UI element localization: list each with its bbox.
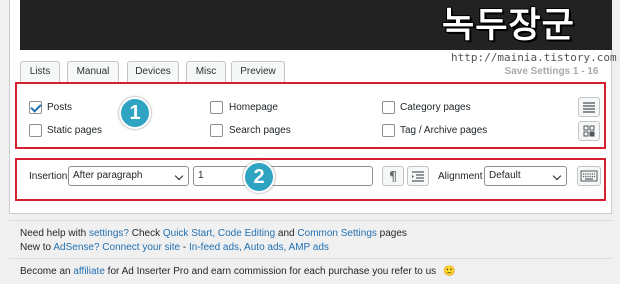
tag-archive-pages-label: Tag / Archive pages xyxy=(400,125,488,136)
help-text-4: pages xyxy=(376,228,407,239)
search-pages-label: Search pages xyxy=(229,125,291,136)
affiliate-text-1: Become an xyxy=(20,266,74,277)
watermark-logo: 녹두장군 xyxy=(442,6,575,46)
affiliate-line: Become an affiliate for Ad Inserter Pro … xyxy=(20,266,455,277)
settings-link[interactable]: settings? xyxy=(89,228,129,239)
keyboard-icon xyxy=(580,170,598,182)
step-badge-2: 2 xyxy=(243,161,275,193)
page-types-highlight xyxy=(15,82,606,149)
help-text-2: Check xyxy=(128,228,163,239)
homepage-checkbox[interactable] xyxy=(210,101,223,114)
common-settings-link[interactable]: Common Settings xyxy=(297,228,376,239)
tab-devices[interactable]: Devices xyxy=(127,61,179,82)
adsense-link[interactable]: AdSense? xyxy=(53,242,99,253)
affiliate-text-2: for Ad Inserter Pro and earn commission … xyxy=(104,266,437,277)
adsense-text-1: New to xyxy=(20,242,54,253)
save-settings-button[interactable]: Save Settings 1 - 16 xyxy=(495,63,608,81)
chevron-down-icon xyxy=(552,171,562,181)
category-pages-label: Category pages xyxy=(400,102,471,113)
list-view-button[interactable] xyxy=(578,97,600,117)
tab-lists[interactable]: Lists xyxy=(20,61,60,82)
insertion-label: Insertion xyxy=(29,171,68,182)
list-icon xyxy=(583,102,595,113)
adsense-text-3: - xyxy=(180,242,190,253)
alignment-select-value: Default xyxy=(489,170,521,181)
insertion-select-value: After paragraph xyxy=(73,170,143,181)
tab-misc[interactable]: Misc xyxy=(186,61,226,82)
list-indent-button[interactable] xyxy=(407,166,429,186)
keyboard-button[interactable] xyxy=(577,166,601,186)
chevron-down-icon xyxy=(174,171,184,181)
category-pages-checkbox[interactable] xyxy=(382,101,395,114)
connect-site-link[interactable]: Connect your site xyxy=(102,242,180,253)
help-text-1: Need help with xyxy=(20,228,89,239)
help-line: Need help with settings? Check Quick Sta… xyxy=(20,228,407,239)
smiley-icon: 🙂 xyxy=(442,266,456,277)
alignment-label: Alignment xyxy=(438,171,483,182)
paragraph-number-input[interactable]: 1 xyxy=(193,166,373,186)
posts-checkbox[interactable] xyxy=(29,101,42,114)
step-badge-1: 1 xyxy=(119,97,151,129)
affiliate-link[interactable]: affiliate xyxy=(73,266,105,277)
alignment-select[interactable]: Default xyxy=(484,166,567,186)
tag-archive-pages-checkbox[interactable] xyxy=(382,124,395,137)
indent-list-icon xyxy=(412,171,424,182)
footer-divider xyxy=(9,220,612,221)
homepage-label: Homepage xyxy=(229,102,278,113)
static-pages-checkbox[interactable] xyxy=(29,124,42,137)
paragraph-settings-button[interactable]: ¶ xyxy=(382,166,404,186)
adsense-line: New to AdSense? Connect your site - In-f… xyxy=(20,242,329,253)
footer-divider-2 xyxy=(9,258,612,259)
grid-view-button[interactable] xyxy=(578,121,600,141)
tab-manual[interactable]: Manual xyxy=(67,61,119,82)
tab-preview[interactable]: Preview xyxy=(231,61,285,82)
pilcrow-icon: ¶ xyxy=(389,170,397,185)
search-pages-checkbox[interactable] xyxy=(210,124,223,137)
grid-icon xyxy=(583,125,595,137)
static-pages-label: Static pages xyxy=(47,125,103,136)
help-text-3: and xyxy=(275,228,298,239)
insertion-select[interactable]: After paragraph xyxy=(68,166,189,186)
ad-types-link[interactable]: In-feed ads, Auto ads, AMP ads xyxy=(189,242,329,253)
quick-start-link[interactable]: Quick Start, Code Editing xyxy=(163,228,275,239)
svg-text:¶: ¶ xyxy=(389,170,397,185)
posts-label: Posts xyxy=(47,102,73,113)
